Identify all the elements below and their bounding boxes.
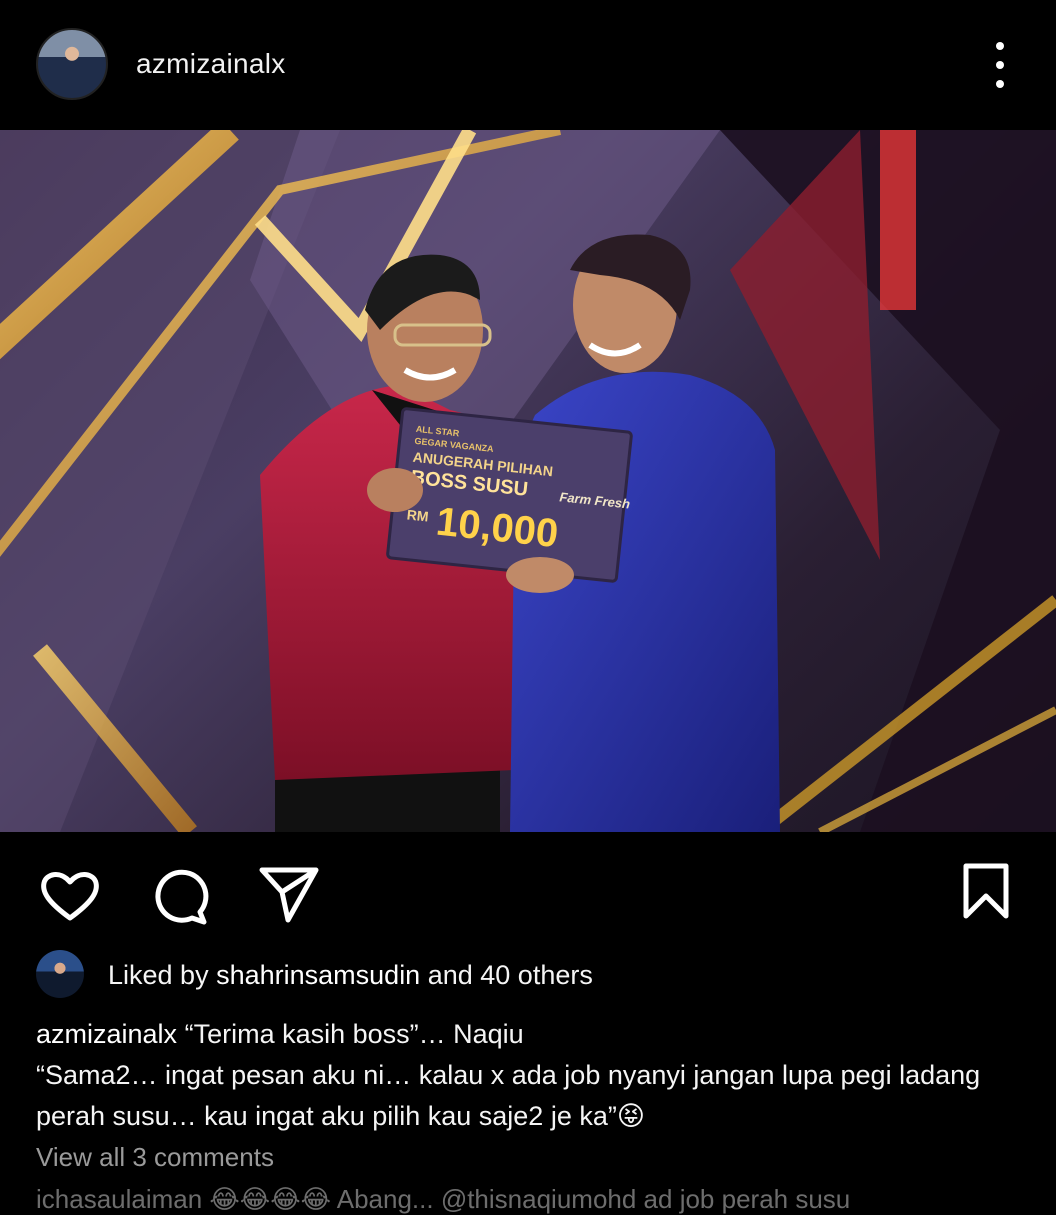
likes-row[interactable]: Liked by shahrinsamsudin and 40 others bbox=[36, 950, 1036, 1000]
bookmark-icon[interactable] bbox=[960, 862, 1012, 922]
post-image[interactable]: ALL STAR GEGAR VAGANZA ANUGERAH PILIHAN … bbox=[0, 130, 1056, 832]
caption-line2: “Sama2… ingat pesan aku ni… kalau x ada … bbox=[36, 1060, 981, 1131]
board-currency: RM bbox=[406, 506, 429, 524]
comment-icon[interactable] bbox=[150, 866, 210, 926]
caption-username[interactable]: azmizainalx bbox=[36, 1019, 177, 1049]
caption-line1: “Terima kasih boss”… Naqiu bbox=[184, 1019, 524, 1049]
caption: azmizainalx “Terima kasih boss”… Naqiu “… bbox=[36, 1014, 1021, 1137]
action-bar bbox=[0, 832, 1056, 942]
more-vertical-icon[interactable] bbox=[990, 42, 1010, 90]
profile-avatar[interactable] bbox=[36, 28, 108, 100]
likes-text: Liked by shahrinsamsudin and 40 others bbox=[108, 960, 593, 991]
view-all-comments-link[interactable]: View all 3 comments bbox=[36, 1142, 274, 1173]
post-header: azmizainalx bbox=[0, 0, 1056, 130]
post-username[interactable]: azmizainalx bbox=[136, 48, 286, 80]
liker-username[interactable]: shahrinsamsudin bbox=[216, 960, 420, 990]
liker-avatar bbox=[36, 950, 84, 998]
likes-prefix: Liked by bbox=[108, 960, 209, 990]
send-icon[interactable] bbox=[258, 864, 320, 924]
heart-icon[interactable] bbox=[40, 868, 100, 924]
likes-suffix: and 40 others bbox=[427, 960, 593, 990]
